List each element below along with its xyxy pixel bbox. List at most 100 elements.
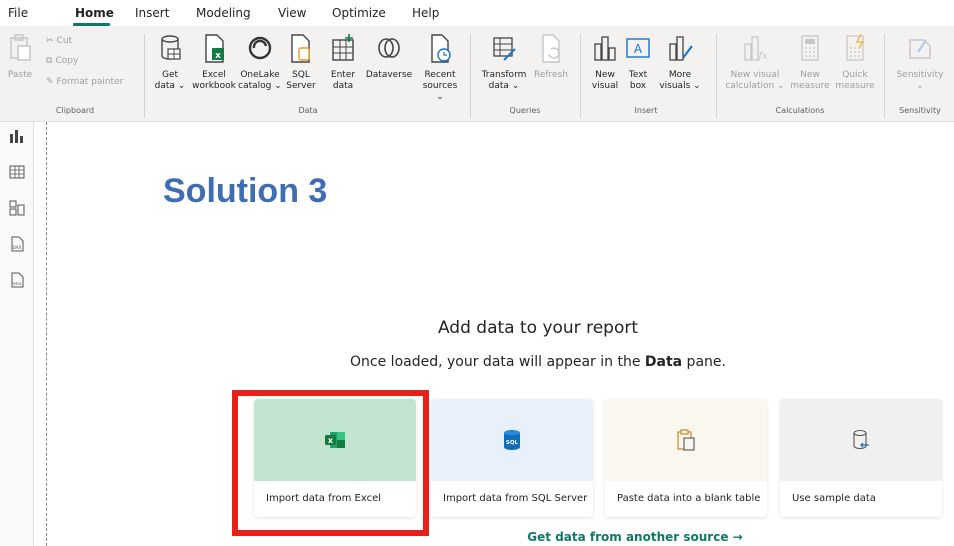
visual-calculation-icon: fx [744, 36, 768, 62]
paste-button[interactable]: Paste [4, 32, 36, 81]
add-data-subtitle: Once loaded, your data will appear in th… [0, 354, 954, 370]
more-visuals-label-1: More [668, 70, 692, 80]
menu-view[interactable]: View [278, 6, 306, 20]
text-box-label-2: box [629, 81, 647, 91]
sensitivity-chevron: ⌄ [916, 81, 924, 91]
onelake-label-1: OneLake [240, 70, 280, 80]
get-data-button[interactable]: Get data ⌄ [152, 32, 188, 92]
model-view-icon[interactable] [9, 200, 25, 216]
sample-data-card[interactable]: Use sample data [780, 399, 942, 517]
recent-label-1: Recent [424, 70, 456, 80]
new-visual-label-2: visual [591, 81, 619, 91]
more-visuals-button[interactable]: More visuals ⌄ [656, 32, 704, 92]
queries-group-label: Queries [509, 106, 541, 115]
dataverse-label: Dataverse [365, 70, 413, 80]
menu-optimize[interactable]: Optimize [332, 6, 386, 20]
refresh-button[interactable]: Refresh [532, 32, 570, 81]
text-box-label-1: Text [628, 70, 648, 80]
more-visuals-icon [669, 36, 693, 61]
new-measure-button[interactable]: New measure [790, 32, 830, 92]
new-measure-label-2: measure [790, 81, 830, 91]
new-visual-button[interactable]: New visual [588, 32, 622, 92]
group-separator [144, 34, 145, 118]
bar-chart-icon [594, 36, 616, 61]
dax-query-view-icon[interactable]: DAX [9, 236, 25, 252]
enter-data-button[interactable]: Enter data [326, 32, 360, 92]
quick-measure-label-2: measure [835, 81, 875, 91]
excel-label-1: Excel [202, 70, 226, 80]
menu-help[interactable]: Help [412, 6, 439, 20]
new-visual-label-1: New [595, 70, 615, 80]
quick-measure-label-1: Quick [842, 70, 868, 80]
menu-modeling[interactable]: Modeling [196, 6, 251, 20]
dataverse-icon [378, 38, 400, 58]
onelake-label-2: catalog ⌄ [238, 81, 282, 91]
insert-group-label: Insert [634, 106, 658, 115]
cut-label: Cut [56, 36, 73, 46]
import-sql-card[interactable]: SQL Import data from SQL Server [431, 399, 593, 517]
data-group-label: Data [298, 106, 318, 115]
format-painter-label: Format painter [56, 77, 124, 87]
refresh-icon [542, 34, 560, 63]
svg-text:TMDL: TMDL [11, 282, 22, 286]
quick-measure-icon [846, 33, 865, 61]
tmdl-view-icon[interactable]: TMDL [9, 272, 25, 288]
copy-button[interactable]: ⧉ Copy [46, 56, 78, 66]
sample-data-icon [853, 429, 869, 450]
dataverse-button[interactable]: Dataverse [362, 32, 416, 81]
scissors-icon: ✂ [46, 36, 54, 46]
menu-home[interactable]: Home [75, 6, 114, 20]
card-top: SQL [431, 399, 593, 481]
enter-data-label-1: Enter [330, 70, 356, 80]
text-box-button[interactable]: A Text box [624, 32, 652, 92]
get-data-label-1: Get [161, 70, 179, 80]
refresh-label: Refresh [534, 70, 568, 80]
sql-label-1: SQL [292, 70, 310, 80]
card-label: Import data from SQL Server [443, 493, 588, 504]
paste-label: Paste [7, 70, 33, 80]
sensitivity-button[interactable]: Sensitivity ⌄ [890, 32, 950, 92]
paste-data-card[interactable]: Paste data into a blank table [605, 399, 767, 517]
new-visual-calculation-button[interactable]: fx New visual calculation ⌄ [722, 32, 788, 92]
cut-button[interactable]: ✂ Cut [46, 36, 72, 46]
group-separator [716, 34, 717, 118]
copy-label: Copy [55, 56, 79, 66]
recent-sources-button[interactable]: Recent sources ⌄ [418, 32, 462, 103]
onelake-icon [248, 36, 272, 60]
table-icon [332, 34, 354, 61]
excel-workbook-button[interactable]: x Excel workbook [192, 32, 236, 92]
visual-calc-label-2: calculation ⌄ [725, 81, 785, 91]
visual-calc-label-1: New visual [730, 70, 780, 80]
subtitle-text-1: Once loaded, your data will appear in th… [350, 354, 645, 370]
menu-file[interactable]: File [8, 6, 28, 20]
transform-label-1: Transform [481, 70, 527, 80]
svg-text:SQL: SQL [506, 440, 519, 446]
svg-text:A: A [634, 42, 643, 56]
transform-label-2: data ⌄ [488, 81, 520, 91]
recent-sources-icon [431, 34, 451, 63]
card-label: Use sample data [792, 493, 876, 504]
group-separator [580, 34, 581, 118]
paste-icon [10, 34, 31, 61]
transform-data-button[interactable]: Transform data ⌄ [478, 32, 530, 92]
group-separator [884, 34, 885, 118]
database-icon [161, 35, 181, 60]
onelake-catalog-button[interactable]: OneLake catalog ⌄ [236, 32, 284, 92]
recent-label-2: sources ⌄ [422, 81, 458, 102]
text-box-icon: A [626, 38, 650, 58]
card-top [780, 399, 942, 481]
get-data-another-source-link[interactable]: Get data from another source → [0, 530, 954, 544]
calculations-group-label: Calculations [775, 106, 825, 115]
table-view-icon[interactable] [9, 164, 25, 180]
subtitle-text-2: pane. [682, 354, 726, 370]
report-view-icon[interactable] [9, 128, 25, 144]
sql-server-button[interactable]: SQL Server [286, 32, 316, 92]
quick-measure-button[interactable]: Quick measure [834, 32, 876, 92]
svg-text:fx: fx [757, 51, 768, 62]
excel-file-icon: x [205, 34, 224, 63]
format-painter-button[interactable]: ✎ Format painter [46, 77, 123, 87]
menu-insert[interactable]: Insert [135, 6, 169, 20]
menu-bar: File Home Insert Modeling View Optimize … [0, 0, 954, 26]
sensitivity-label: Sensitivity [896, 70, 944, 80]
new-measure-label-1: New [800, 70, 820, 80]
